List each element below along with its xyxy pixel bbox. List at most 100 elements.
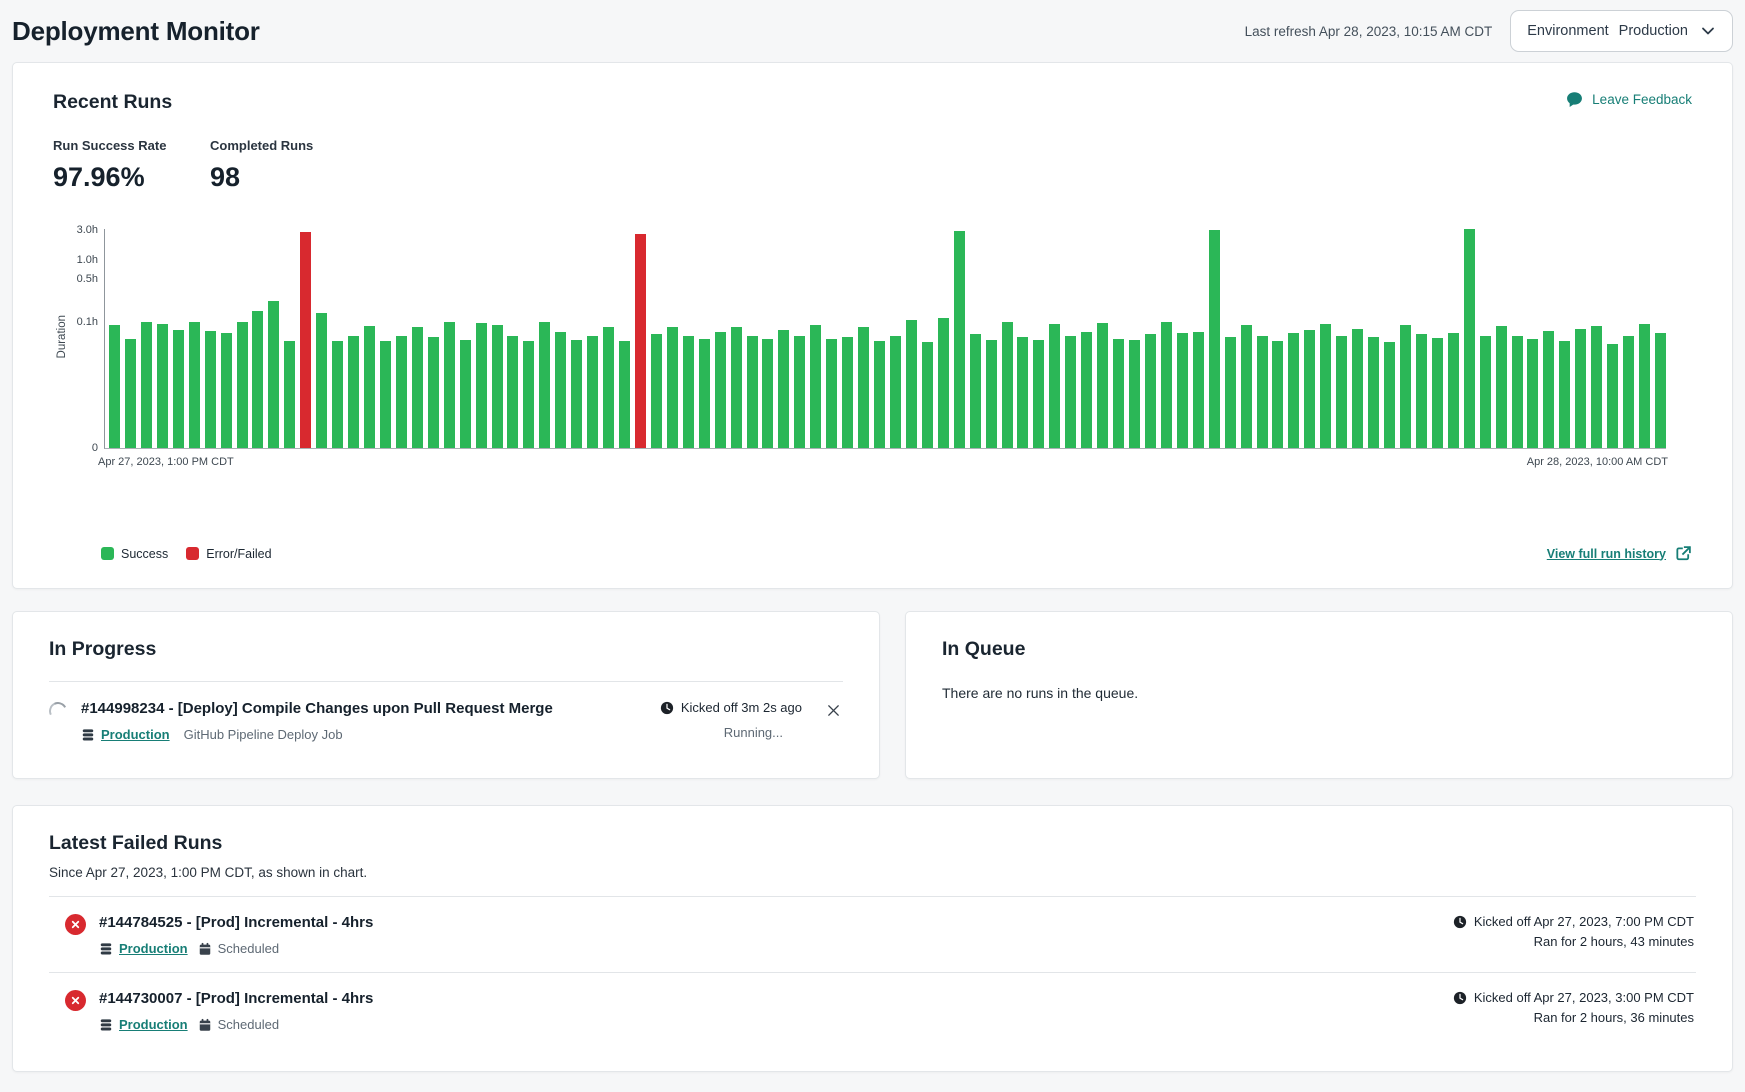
environment-select[interactable]: Environment Production — [1510, 10, 1733, 52]
run-bar-success[interactable] — [922, 342, 933, 448]
run-bar-success[interactable] — [699, 339, 710, 448]
run-bar-success[interactable] — [906, 320, 917, 448]
run-bar-success[interactable] — [1257, 336, 1268, 448]
run-bar-failed[interactable] — [635, 234, 646, 448]
view-full-run-history-link[interactable]: View full run history — [1547, 545, 1692, 562]
run-bar-success[interactable] — [396, 336, 407, 448]
run-bar-success[interactable] — [1655, 333, 1666, 448]
run-bar-success[interactable] — [954, 231, 965, 448]
run-bar-success[interactable] — [1384, 342, 1395, 448]
run-bar-success[interactable] — [380, 341, 391, 448]
cancel-run-button[interactable] — [824, 701, 843, 720]
run-bar-success[interactable] — [1639, 324, 1650, 448]
run-bar-success[interactable] — [762, 339, 773, 448]
run-bar-success[interactable] — [555, 332, 566, 448]
run-bar-success[interactable] — [619, 341, 630, 448]
run-bar-success[interactable] — [1225, 337, 1236, 448]
run-bar-success[interactable] — [1320, 324, 1331, 448]
run-bar-success[interactable] — [1145, 334, 1156, 448]
run-bar-success[interactable] — [476, 323, 487, 448]
run-bar-success[interactable] — [1543, 331, 1554, 448]
run-bar-success[interactable] — [332, 341, 343, 448]
environment-production-link[interactable]: Production — [99, 941, 188, 956]
run-bar-success[interactable] — [603, 327, 614, 448]
run-bar-success[interactable] — [1575, 329, 1586, 448]
run-bar-success[interactable] — [1097, 323, 1108, 448]
run-bar-success[interactable] — [109, 325, 120, 448]
run-bar-success[interactable] — [237, 322, 248, 448]
run-bar-success[interactable] — [1241, 325, 1252, 448]
run-bar-success[interactable] — [842, 337, 853, 448]
run-bar-success[interactable] — [507, 336, 518, 448]
run-bar-failed[interactable] — [300, 232, 311, 448]
run-bar-success[interactable] — [284, 341, 295, 448]
run-bar-success[interactable] — [189, 322, 200, 448]
run-bar-success[interactable] — [970, 334, 981, 448]
run-bar-success[interactable] — [1017, 337, 1028, 448]
run-bar-success[interactable] — [1416, 334, 1427, 448]
run-bar-success[interactable] — [1559, 341, 1570, 448]
run-bar-success[interactable] — [1065, 336, 1076, 448]
run-bar-success[interactable] — [1496, 326, 1507, 448]
run-bar-success[interactable] — [651, 334, 662, 448]
run-bar-success[interactable] — [221, 333, 232, 448]
run-bar-success[interactable] — [810, 325, 821, 448]
run-bar-success[interactable] — [1081, 332, 1092, 448]
run-bar-success[interactable] — [794, 336, 805, 448]
run-bar-success[interactable] — [1193, 332, 1204, 448]
run-bar-success[interactable] — [874, 341, 885, 448]
run-bar-success[interactable] — [1512, 336, 1523, 448]
run-bar-success[interactable] — [715, 332, 726, 448]
run-bar-success[interactable] — [460, 340, 471, 448]
run-bar-success[interactable] — [1480, 336, 1491, 448]
run-bar-success[interactable] — [571, 340, 582, 448]
run-bar-success[interactable] — [858, 327, 869, 448]
run-bar-success[interactable] — [157, 324, 168, 448]
run-bar-success[interactable] — [667, 327, 678, 448]
run-bar-success[interactable] — [1288, 333, 1299, 448]
run-bar-success[interactable] — [1304, 330, 1315, 448]
run-bar-success[interactable] — [1464, 229, 1475, 448]
run-bar-success[interactable] — [890, 336, 901, 448]
run-bar-success[interactable] — [348, 336, 359, 448]
run-bar-success[interactable] — [428, 337, 439, 448]
run-bar-success[interactable] — [1033, 340, 1044, 448]
run-bar-success[interactable] — [1129, 340, 1140, 448]
run-bar-success[interactable] — [492, 325, 503, 448]
run-bar-success[interactable] — [1623, 336, 1634, 448]
run-bar-success[interactable] — [1400, 325, 1411, 448]
run-bar-success[interactable] — [731, 327, 742, 448]
run-bar-success[interactable] — [444, 322, 455, 448]
run-bar-success[interactable] — [1336, 336, 1347, 448]
run-bar-success[interactable] — [1607, 344, 1618, 448]
run-bar-success[interactable] — [1209, 230, 1220, 448]
run-bar-success[interactable] — [364, 326, 375, 448]
environment-production-link[interactable]: Production — [99, 1017, 188, 1032]
run-bar-success[interactable] — [1352, 329, 1363, 448]
run-bar-success[interactable] — [1177, 333, 1188, 448]
run-bar-success[interactable] — [1113, 339, 1124, 448]
run-bar-success[interactable] — [986, 340, 997, 448]
run-bar-success[interactable] — [747, 336, 758, 448]
run-bar-success[interactable] — [1002, 322, 1013, 448]
run-bar-success[interactable] — [778, 330, 789, 448]
run-bar-success[interactable] — [1591, 326, 1602, 448]
run-bar-success[interactable] — [523, 341, 534, 448]
run-bar-success[interactable] — [683, 336, 694, 448]
run-bar-success[interactable] — [205, 331, 216, 448]
run-bar-success[interactable] — [1272, 341, 1283, 448]
run-bar-success[interactable] — [268, 301, 279, 448]
run-bar-success[interactable] — [1368, 337, 1379, 448]
run-bar-success[interactable] — [1049, 324, 1060, 448]
run-bar-success[interactable] — [173, 330, 184, 448]
run-bar-success[interactable] — [539, 322, 550, 448]
run-bar-success[interactable] — [141, 322, 152, 448]
run-bar-success[interactable] — [826, 339, 837, 448]
run-bar-success[interactable] — [1448, 333, 1459, 448]
run-bar-success[interactable] — [125, 339, 136, 448]
environment-production-link[interactable]: Production — [81, 727, 170, 742]
run-bar-success[interactable] — [938, 318, 949, 448]
run-bar-success[interactable] — [316, 313, 327, 448]
run-bar-success[interactable] — [587, 336, 598, 448]
run-bar-success[interactable] — [1527, 339, 1538, 448]
